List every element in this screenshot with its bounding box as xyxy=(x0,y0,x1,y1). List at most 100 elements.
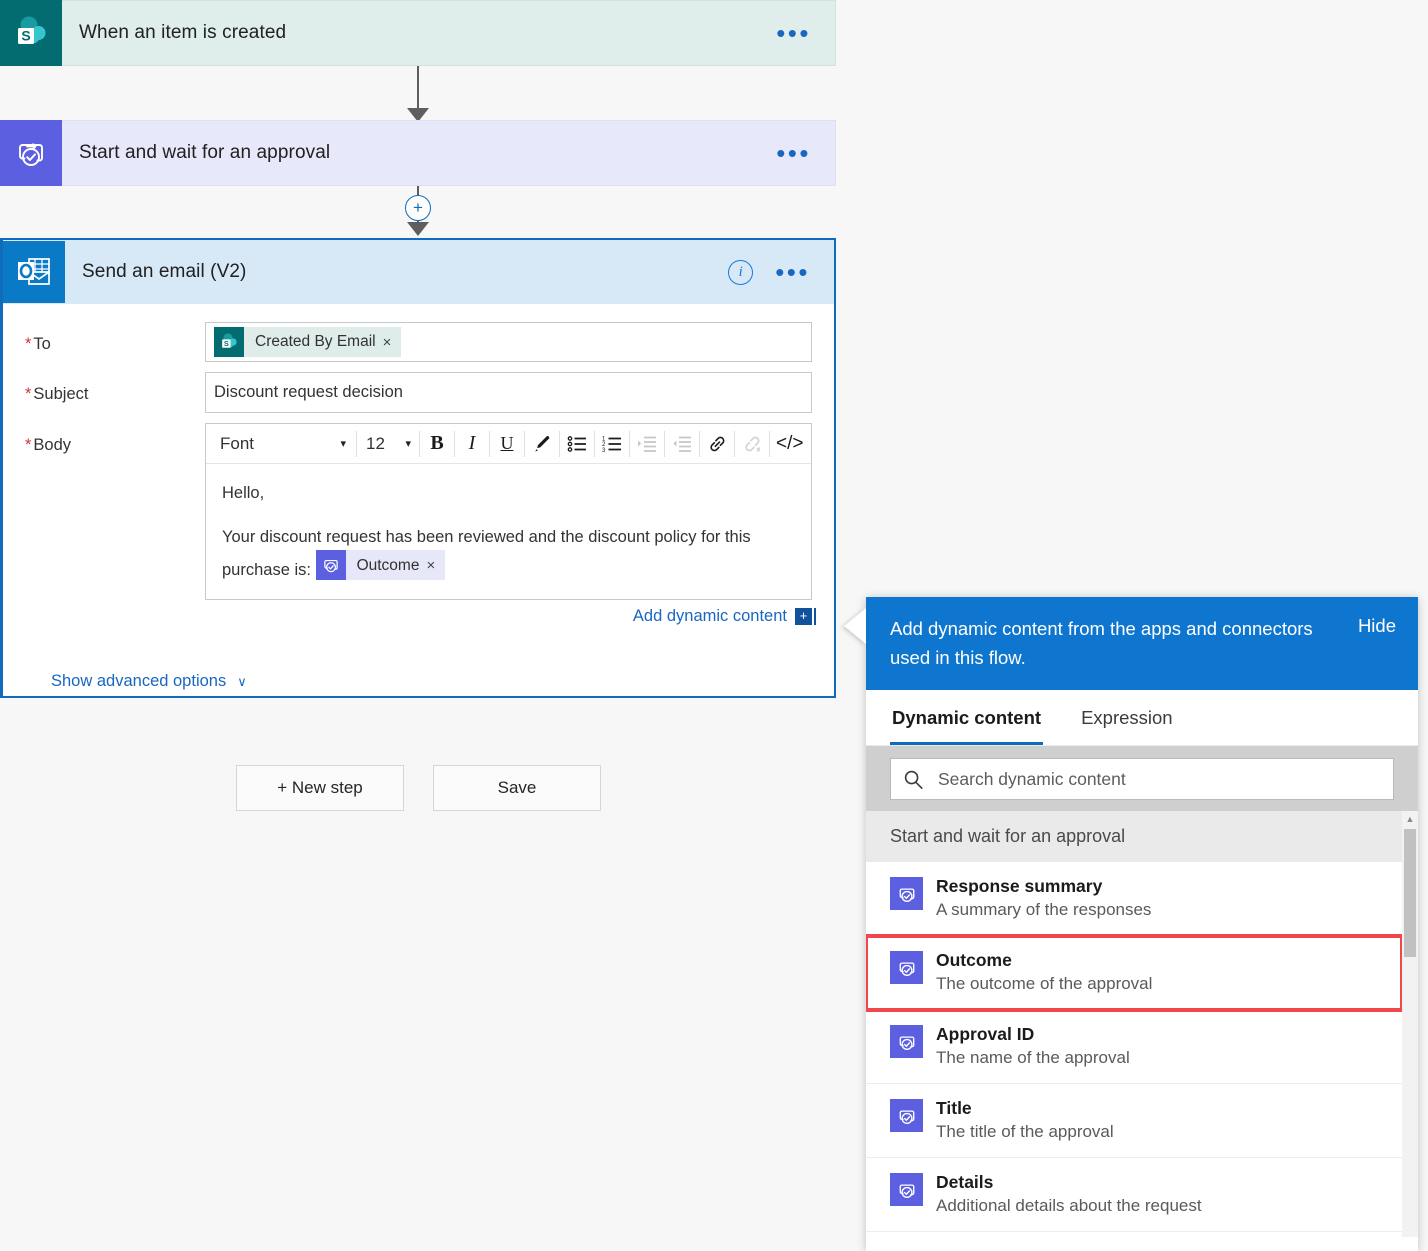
chevron-down-icon: ▾ xyxy=(405,438,411,450)
unlink-icon[interactable] xyxy=(735,425,769,463)
info-icon[interactable]: i xyxy=(728,259,754,285)
list-item-name: Details xyxy=(936,1172,994,1192)
sharepoint-icon: S xyxy=(0,0,62,66)
list-item-description: Additional details about the request xyxy=(936,1196,1202,1215)
tab-expression[interactable]: Expression xyxy=(1079,690,1175,745)
font-size-value: 12 xyxy=(366,433,385,453)
numbered-list-icon[interactable]: 1 2 3 xyxy=(595,425,629,463)
subject-input[interactable]: Discount request decision xyxy=(205,372,812,413)
flow-step-menu-button[interactable]: ••• xyxy=(776,20,835,46)
field-row-subject: * Subject Discount request decision xyxy=(25,372,812,413)
search-icon xyxy=(903,769,924,790)
list-item[interactable]: Response summary A summary of the respon… xyxy=(866,862,1402,936)
dynamic-token-outcome[interactable]: Outcome × xyxy=(315,550,446,580)
underline-button[interactable]: U xyxy=(490,425,524,463)
indent-icon[interactable] xyxy=(630,425,664,463)
list-item[interactable]: Title The title of the approval xyxy=(866,1084,1402,1158)
chevron-down-icon: ▾ xyxy=(340,438,346,450)
search-box[interactable] xyxy=(890,758,1394,800)
to-input[interactable]: S Created By Email × xyxy=(205,322,812,362)
send-email-action-card: Send an email (V2) i ••• * To S Created … xyxy=(0,238,836,698)
list-item-description: The title of the approval xyxy=(936,1122,1114,1141)
token-remove-icon[interactable]: × xyxy=(426,553,445,578)
field-row-to: * To S Created By Email × xyxy=(25,322,812,362)
list-item-description: The outcome of the approval xyxy=(936,974,1153,993)
flow-connector-1 xyxy=(0,66,836,126)
code-view-button[interactable]: </> xyxy=(770,425,809,463)
approvals-icon xyxy=(0,120,62,186)
token-label: Outcome xyxy=(356,556,420,574)
outlook-icon xyxy=(3,241,65,303)
flow-step-menu-button[interactable]: ••• xyxy=(776,140,835,166)
italic-button[interactable]: I xyxy=(455,425,489,463)
scroll-up-icon[interactable]: ▲ xyxy=(1402,811,1418,827)
flow-step-trigger[interactable]: S When an item is created ••• xyxy=(0,0,836,66)
svg-text:S: S xyxy=(21,27,30,43)
send-email-menu-button[interactable]: ••• xyxy=(775,259,834,285)
send-email-card-title: Send an email (V2) xyxy=(82,261,247,282)
flow-step-title: When an item is created xyxy=(79,22,287,43)
connector-line xyxy=(417,66,419,110)
font-size-dropdown[interactable]: 12 ▾ xyxy=(357,425,419,463)
subject-field-control: Discount request decision xyxy=(205,372,812,413)
dynamic-content-panel-title: Add dynamic content from the apps and co… xyxy=(890,618,1313,668)
flow-step-title: Start and wait for an approval xyxy=(79,142,331,163)
email-body-content[interactable]: Hello, Your discount request has been re… xyxy=(206,464,811,599)
flow-step-approval[interactable]: Start and wait for an approval ••• xyxy=(0,120,836,186)
hide-panel-button[interactable]: Hide xyxy=(1358,614,1396,637)
body-field-label: * Body xyxy=(25,436,72,454)
list-item[interactable]: Approval ID The name of the approval xyxy=(866,1010,1402,1084)
token-remove-icon[interactable]: × xyxy=(383,334,402,351)
dynamic-content-list: Start and wait for an approval Response … xyxy=(866,811,1402,1237)
bold-button[interactable]: B xyxy=(420,425,454,463)
approvals-icon xyxy=(890,877,923,910)
subject-field-label: * Subject xyxy=(25,385,89,403)
show-advanced-options-toggle[interactable]: Show advanced options ∨ xyxy=(25,636,812,691)
to-field-control: S Created By Email × xyxy=(205,322,812,362)
link-icon[interactable] xyxy=(700,425,734,463)
search-input[interactable] xyxy=(924,767,1381,791)
add-dynamic-content-row: Add dynamic content + xyxy=(205,607,816,626)
flow-connector-2: + xyxy=(0,186,836,240)
flow-designer-screen: S When an item is created ••• Start and … xyxy=(0,0,1428,1251)
list-item[interactable]: Outcome The outcome of the approval xyxy=(866,934,1402,1012)
list-item-name: Approval ID xyxy=(936,1024,1035,1044)
scrollbar-thumb[interactable] xyxy=(1404,829,1416,957)
connector-arrow-icon xyxy=(407,222,429,236)
approvals-icon xyxy=(315,550,346,580)
body-field-control: Font ▾ 12 ▾ B I U 1 2 3 </> Hello, Your … xyxy=(205,423,816,626)
insert-step-button[interactable]: + xyxy=(405,195,431,221)
list-item[interactable]: Details Additional details about the req… xyxy=(866,1158,1402,1232)
show-advanced-options-label: Show advanced options xyxy=(51,672,227,690)
dynamic-content-list-wrapper: Start and wait for an approval Response … xyxy=(866,811,1418,1237)
new-step-button[interactable]: + New step xyxy=(236,765,404,811)
list-item-name: Title xyxy=(936,1098,972,1118)
chevron-down-icon: ∨ xyxy=(237,673,247,689)
font-family-dropdown[interactable]: Font ▾ xyxy=(208,425,356,463)
required-marker: * xyxy=(25,335,32,353)
svg-text:3: 3 xyxy=(602,448,606,453)
send-email-form: * To S Created By Email × * Subject Disc… xyxy=(3,304,834,691)
required-marker: * xyxy=(25,436,32,454)
tab-dynamic-content[interactable]: Dynamic content xyxy=(890,690,1044,745)
highlight-pen-icon[interactable] xyxy=(525,425,559,463)
sharepoint-icon: S xyxy=(214,327,244,357)
list-item[interactable]: Item link A link to the item to approve xyxy=(866,1232,1402,1237)
add-dynamic-content-link[interactable]: Add dynamic content xyxy=(633,607,787,626)
list-item-description: The name of the approval xyxy=(936,1048,1130,1067)
required-marker: * xyxy=(25,385,32,403)
add-dynamic-content-badge-icon[interactable]: + xyxy=(795,608,816,625)
outdent-icon[interactable] xyxy=(665,425,699,463)
dynamic-token-created-by-email[interactable]: S Created By Email × xyxy=(214,327,402,357)
approvals-icon xyxy=(890,1173,923,1206)
approvals-icon xyxy=(890,951,923,984)
bullet-list-icon[interactable] xyxy=(560,425,594,463)
flow-action-buttons: + New step Save xyxy=(236,765,601,811)
editor-toolbar: Font ▾ 12 ▾ B I U 1 2 3 </> xyxy=(206,424,811,464)
save-button[interactable]: Save xyxy=(433,765,601,811)
list-scrollbar[interactable]: ▲ xyxy=(1402,811,1418,1237)
dynamic-content-search-area xyxy=(866,746,1418,811)
body-line-2: Your discount request has been reviewed … xyxy=(222,528,751,580)
token-label: Created By Email xyxy=(255,333,376,350)
send-email-card-header[interactable]: Send an email (V2) i ••• xyxy=(3,240,834,304)
